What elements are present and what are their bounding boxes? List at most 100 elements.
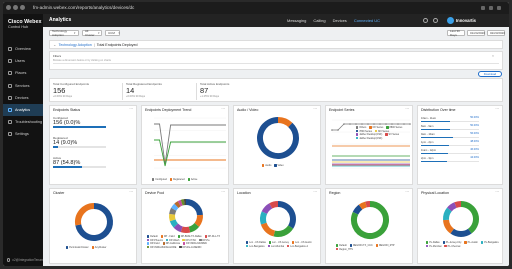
date-range-dropdown[interactable]: Last 30 Days: [447, 29, 465, 37]
physical-location-donut[interactable]: [418, 189, 504, 265]
legend-item[interactable]: Jabber Desktop(CSF): [356, 137, 382, 140]
legend-item[interactable]: Active: [187, 178, 197, 181]
sidebar-item-overview[interactable]: Overview: [3, 43, 43, 55]
browser-menu-icon[interactable]: [497, 6, 501, 10]
bell-icon[interactable]: [433, 18, 438, 23]
back-arrow-icon[interactable]: ←: [53, 43, 57, 47]
sidebar-item-analytics[interactable]: Analytics: [3, 103, 43, 117]
legend-item[interactable]: 7800 Series: [356, 130, 372, 133]
donut-slice[interactable]: [75, 203, 95, 226]
trend-line-chart[interactable]: [142, 106, 230, 186]
sidebar-item-troubleshooting[interactable]: Troubleshooting: [3, 116, 43, 128]
window-maximize-icon[interactable]: [20, 5, 25, 10]
legend-item[interactable]: DP-INDIA-BANGALORE: [147, 246, 176, 249]
donut-slice[interactable]: [365, 201, 371, 208]
sidebar-item-places[interactable]: Places: [3, 67, 43, 79]
legend-item[interactable]: 8800 Series: [386, 126, 402, 129]
donut-slice[interactable]: [358, 201, 367, 210]
more-options-icon[interactable]: ⋯: [495, 107, 499, 111]
legend-item[interactable]: SX Series: [385, 133, 399, 136]
legend-item[interactable]: PermissionCluster: [66, 246, 89, 249]
series-point[interactable]: [349, 123, 351, 125]
org-footer[interactable]: c2@IntegrationTenant: [7, 258, 44, 262]
legend-item[interactable]: PL-Mumbai: [426, 245, 441, 248]
more-options-icon[interactable]: ⋯: [129, 107, 133, 111]
donut-slice[interactable]: [454, 201, 462, 208]
legend-item[interactable]: DP-California: [162, 242, 180, 245]
sidebar-item-users[interactable]: Users: [3, 55, 43, 67]
sidebar-item-settings[interactable]: Settings: [3, 128, 43, 140]
distribution-row[interactable]: 1pm - 2pm 48.00%: [421, 140, 479, 147]
device-pool-donut[interactable]: [142, 189, 230, 265]
donut-slice[interactable]: [174, 201, 181, 209]
distribution-row[interactable]: 8am - 9am 50.00%: [421, 124, 479, 131]
tab-devices[interactable]: Devices: [333, 16, 347, 25]
stat-active[interactable]: Active 87 (54.8)%: [53, 156, 106, 168]
kpi-configured[interactable]: Total Configured Endpoints 156 +0.69% 30…: [53, 82, 89, 98]
legend-item[interactable]: Loc - US Jersey: [268, 241, 289, 244]
legend-item[interactable]: PL-Austin: [464, 241, 478, 244]
stat-registered[interactable]: Registered 14 (9.0)%: [53, 136, 106, 148]
series-point[interactable]: [409, 123, 411, 125]
sidebar-item-devices[interactable]: Devices: [3, 92, 43, 104]
series-point[interactable]: [379, 123, 381, 125]
legend-item[interactable]: Video: [274, 164, 284, 167]
stat-configured[interactable]: Configured 156 (0.0)%: [53, 116, 106, 128]
donut-slice[interactable]: [169, 213, 176, 222]
kpi-active[interactable]: Total Active Endpoints 87 +1.25% 30 Days: [200, 82, 229, 98]
extension-icon[interactable]: [489, 6, 493, 10]
avatar[interactable]: [447, 17, 454, 24]
series-point[interactable]: [343, 123, 345, 125]
donut-slice[interactable]: [443, 219, 455, 234]
window-close-icon[interactable]: [6, 5, 11, 10]
distribution-row[interactable]: 2pm - 3pm 44.00%: [421, 156, 479, 163]
legend-item[interactable]: DP-Pa: [199, 239, 209, 242]
sidebar-item-services[interactable]: Services: [3, 80, 43, 92]
donut-slice[interactable]: [352, 204, 363, 215]
donut-slice[interactable]: [180, 199, 185, 206]
legend-item[interactable]: Loc-Bangalore-2: [287, 245, 308, 248]
legend-item[interactable]: MX Series: [374, 130, 389, 133]
donut-slice[interactable]: [273, 225, 294, 237]
location-donut[interactable]: [234, 189, 322, 265]
legend-item[interactable]: PL-Chennai: [444, 245, 460, 248]
series-point[interactable]: [361, 123, 363, 125]
legend-item[interactable]: DP-Rio-JANEIRO: [179, 246, 201, 249]
filter-box[interactable]: Filters Browse a dimension below or by c…: [49, 51, 503, 70]
cluster-dropdown[interactable]: All Cluster ▼: [82, 29, 102, 37]
distribution-row[interactable]: 11am - 12pm 46.00%: [421, 148, 479, 155]
donut-slice[interactable]: [260, 222, 276, 237]
product-dropdown[interactable]: UCM ▼: [105, 30, 120, 36]
series-point[interactable]: [337, 129, 339, 131]
legend-item[interactable]: PL-Jersey-City: [442, 241, 461, 244]
date-to-field[interactable]: 02/23/2020: [487, 30, 505, 36]
donut-slice[interactable]: [185, 199, 203, 216]
donut-slice[interactable]: [277, 117, 293, 128]
donut-slice[interactable]: [269, 201, 279, 209]
legend-item[interactable]: DP-Phoenix: [147, 239, 163, 242]
legend-item[interactable]: Jabber Desktop(CSF): [356, 133, 382, 136]
region-donut[interactable]: [326, 189, 414, 265]
series-point[interactable]: [397, 123, 399, 125]
donut-slice[interactable]: [177, 199, 183, 207]
donut-slice[interactable]: [169, 207, 177, 215]
legend-item[interactable]: Audio: [262, 164, 271, 167]
trend-series-line[interactable]: [154, 123, 226, 165]
download-button[interactable]: Download: [478, 71, 502, 77]
legend-item[interactable]: Loc - US Austin: [292, 241, 312, 244]
legend-item[interactable]: AnyCluster: [91, 246, 106, 249]
legend-item[interactable]: DP-BGM-TX-Dallas: [177, 235, 202, 238]
window-minimize-icon[interactable]: [13, 5, 18, 10]
donut-slice[interactable]: [173, 223, 183, 233]
donut-slice[interactable]: [171, 203, 179, 211]
cluster-donut[interactable]: [50, 189, 138, 265]
legend-item[interactable]: DP-Wash: [165, 239, 179, 242]
legend-item[interactable]: Configured: [152, 178, 167, 181]
legend-item[interactable]: Default: [147, 235, 158, 238]
donut-slice[interactable]: [194, 214, 203, 227]
tab-connected-uc[interactable]: Connected UC: [354, 16, 380, 25]
legend-item[interactable]: Loc - US Dallas: [246, 241, 266, 244]
series-point[interactable]: [373, 123, 375, 125]
extension-icon[interactable]: [481, 6, 485, 10]
donut-slice[interactable]: [447, 202, 457, 212]
